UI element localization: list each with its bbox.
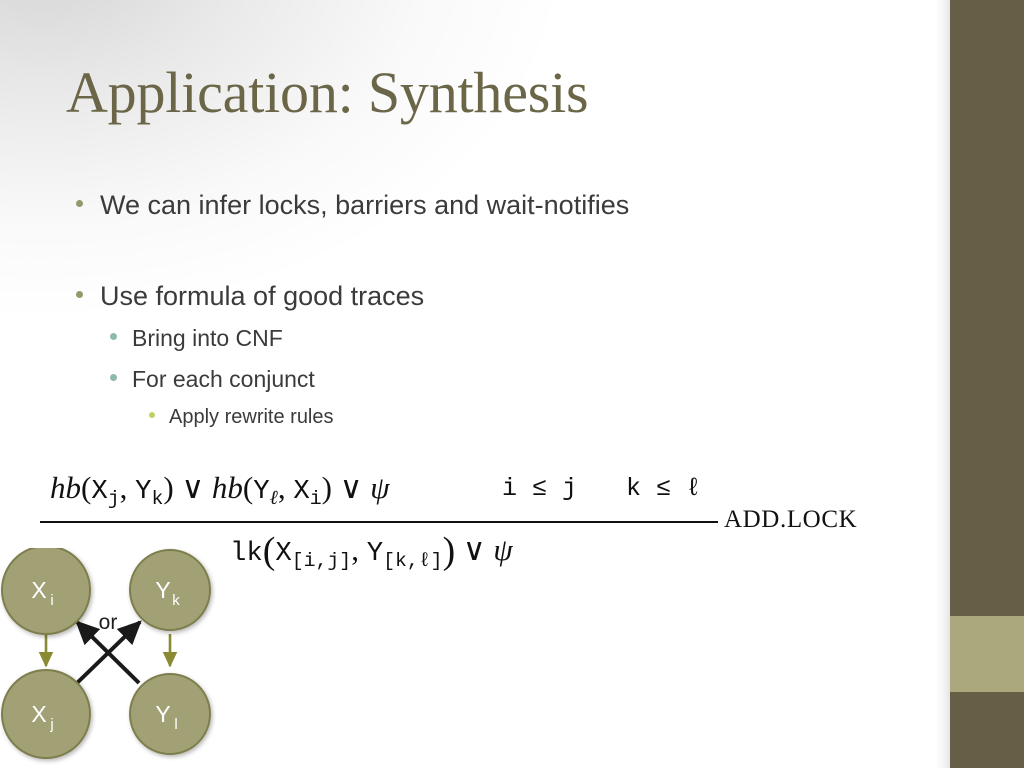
rule-denominator: lk(X[i,j], Y[k,ℓ]) ∨ ψ: [230, 529, 513, 572]
bullet-dot-icon: [76, 200, 83, 207]
rule-condition-1: i ≤ j: [502, 474, 578, 503]
rule-name-label: ADD.LOCK: [724, 506, 858, 533]
node-yl-base: Y: [155, 701, 170, 727]
bullet-item-5: Apply rewrite rules: [149, 406, 334, 429]
numerator-arg2-y-sub: ℓ: [269, 486, 278, 509]
numerator-arg-y: Y: [135, 476, 152, 507]
rule-condition-2: k ≤ ℓ: [626, 474, 702, 503]
node-yk-base: Y: [155, 577, 170, 603]
denominator-arg-y-sub: [k,ℓ]: [383, 548, 443, 572]
bullet-dot-icon: [76, 291, 83, 298]
denominator-arg-x: X: [275, 538, 292, 569]
sidebar-band-accent: [950, 616, 1024, 692]
bullet-item-3: Bring into CNF: [110, 325, 283, 352]
trace-order-diagram: X i Y k X j Y l or: [0, 548, 250, 768]
slide-title: Application: Synthesis: [66, 60, 589, 125]
numerator-fn-hb-1: hb: [50, 470, 81, 505]
graph-or-label: or: [99, 611, 118, 634]
bullet-text: Apply rewrite rules: [169, 406, 334, 428]
denominator-comma: ,: [351, 532, 359, 567]
rule-numerator: hb(Xj, Yk) ∨ hb(Yℓ, Xi) ∨ ψ: [50, 470, 390, 510]
node-xi-sub: i: [50, 592, 53, 609]
bullet-dot-icon: [110, 374, 117, 381]
node-yk: Y k: [129, 549, 211, 631]
bullet-text: For each conjunct: [132, 366, 315, 392]
sidebar-shadow-gutter: [934, 0, 950, 768]
fraction-bar: [40, 521, 718, 523]
node-xj-sub: j: [49, 716, 53, 733]
bullet-item-2: Use formula of good traces: [76, 281, 424, 312]
node-xj: X j: [1, 669, 91, 759]
node-xi: X i: [1, 548, 91, 635]
numerator-arg2-y: Y: [253, 476, 270, 507]
numerator-arg2-x-sub: i: [309, 486, 322, 510]
bullet-item-1: We can infer locks, barriers and wait-no…: [76, 190, 629, 221]
sidebar-band-lower: [950, 692, 1024, 768]
numerator-arg-x: X: [91, 476, 108, 507]
bullet-text: Use formula of good traces: [100, 281, 425, 311]
numerator-arg-x-sub: j: [107, 486, 120, 510]
denominator-psi: ψ: [493, 532, 513, 567]
denominator-arg-y: Y: [366, 538, 384, 569]
numerator-arg-y-sub: k: [151, 486, 164, 510]
node-yl-sub: l: [174, 716, 177, 733]
node-xj-base: X: [31, 701, 46, 727]
numerator-fn-hb-2: hb: [211, 470, 243, 505]
bullet-text: We can infer locks, barriers and wait-no…: [100, 190, 630, 220]
node-yl: Y l: [129, 673, 211, 755]
numerator-arg2-x: X: [293, 476, 310, 507]
numerator-or-1: ∨: [181, 470, 205, 505]
denominator-or: ∨: [462, 532, 486, 567]
bullet-dot-icon: [149, 412, 155, 418]
bullet-dot-icon: [110, 333, 117, 340]
sidebar-band-main: [950, 0, 1024, 616]
numerator-psi: ψ: [370, 470, 390, 505]
numerator-or-2: ∨: [339, 470, 363, 505]
bullet-text: Bring into CNF: [132, 325, 283, 351]
node-yk-sub: k: [172, 592, 180, 609]
bullet-item-4: For each conjunct: [110, 366, 315, 393]
node-xi-base: X: [31, 577, 46, 603]
slide-canvas: Application: Synthesis We can infer lock…: [0, 0, 1024, 768]
denominator-arg-x-sub: [i,j]: [291, 548, 352, 572]
